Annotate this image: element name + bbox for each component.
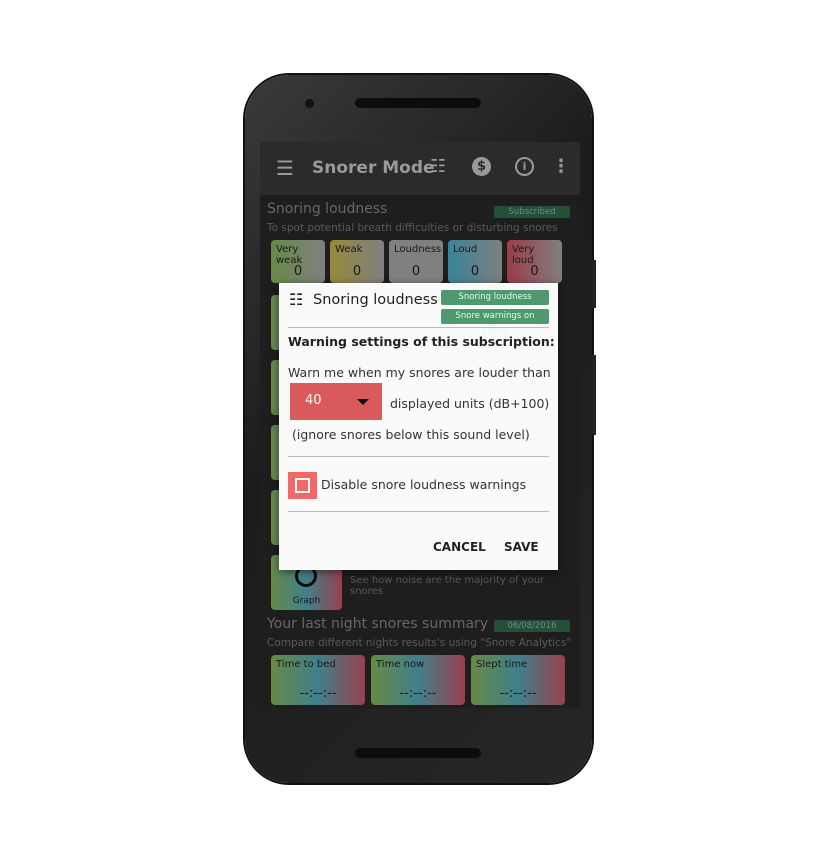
tile-label: Time now — [376, 659, 425, 670]
tile-time-to-bed[interactable]: Time to bed --:--:-- — [271, 655, 365, 705]
dialog-title: Snoring loudness — [313, 292, 438, 308]
tile-loudness[interactable]: Loudness 0 — [389, 240, 443, 283]
summary-subtitle: Compare different nights results's using… — [267, 637, 572, 649]
subscribed-badge: Subscribed — [494, 206, 570, 218]
top-speaker — [355, 98, 481, 108]
dollar-icon[interactable]: $ — [472, 157, 491, 176]
snoring-loudness-badge: Snoring loudness — [441, 290, 549, 305]
disable-warnings-checkbox[interactable] — [288, 472, 317, 499]
tile-label: Very loud — [512, 244, 535, 266]
date-badge: 06/08/2016 — [494, 620, 570, 632]
toolbar: ☰ Snorer Mode ☷ $ i ⋮ — [260, 142, 580, 195]
power-button[interactable] — [592, 355, 596, 435]
volume-button[interactable] — [592, 260, 596, 308]
tile-value: 0 — [530, 264, 539, 279]
dialog-heading: Warning settings of this subscription: — [288, 334, 555, 349]
dropdown-arrow-icon — [357, 399, 369, 405]
tile-label: Very weak — [276, 244, 303, 266]
summary-title: Your last night snores summary — [267, 616, 489, 632]
divider — [288, 327, 549, 328]
tile-label: Weak — [335, 244, 363, 255]
tile-very-weak[interactable]: Very weak 0 — [271, 240, 325, 283]
threshold-select[interactable]: 40 — [290, 383, 382, 420]
tile-value: 0 — [293, 264, 303, 279]
loudness-subtitle: To spot potential breath difficulties or… — [267, 222, 558, 234]
save-button[interactable]: SAVE — [504, 540, 539, 554]
checkbox-icon — [295, 478, 310, 493]
units-text: displayed units (dB+100) — [390, 396, 550, 411]
tile-value: 0 — [352, 264, 362, 279]
bottom-speaker — [355, 748, 481, 758]
more-vert-icon[interactable]: ⋮ — [552, 156, 570, 177]
tile-time-now[interactable]: Time now --:--:-- — [371, 655, 465, 705]
hint-text: (ignore snores below this sound level) — [292, 427, 530, 442]
tile-label: Loud — [453, 244, 478, 255]
tile-value: --:--:-- — [399, 686, 437, 701]
divider — [288, 456, 549, 457]
tile-value: --:--:-- — [299, 686, 337, 701]
tile-value: 0 — [470, 264, 480, 279]
warn-text: Warn me when my snores are louder than — [288, 365, 551, 380]
tune-icon[interactable]: ☷ — [430, 156, 446, 177]
graph-label: Graph — [292, 596, 321, 606]
cancel-button[interactable]: CANCEL — [433, 540, 486, 554]
snoring-loudness-dialog: ☷ Snoring loudness Snoring loudness Snor… — [279, 283, 558, 570]
tile-loud[interactable]: Loud 0 — [448, 240, 502, 283]
snore-warnings-badge: Snore warnings on phone — [441, 309, 549, 336]
front-camera — [305, 99, 314, 108]
menu-icon[interactable]: ☰ — [276, 156, 294, 180]
tile-slept-time[interactable]: Slept time --:--:-- — [471, 655, 565, 705]
tile-label: Slept time — [476, 659, 528, 670]
tile-weak[interactable]: Weak 0 — [330, 240, 384, 283]
tile-label: Loudness — [394, 244, 442, 255]
tile-very-loud[interactable]: Very loud 0 — [507, 240, 562, 283]
app-title: Snorer Mode — [312, 158, 435, 178]
tile-value: --:--:-- — [499, 686, 537, 701]
divider — [288, 511, 549, 512]
tile-value: 0 — [411, 264, 421, 279]
info-icon[interactable]: i — [515, 157, 534, 176]
loudness-title: Snoring loudness — [267, 201, 388, 217]
tile-label: Time to bed — [276, 659, 336, 670]
threshold-value: 40 — [305, 393, 322, 408]
tune-icon: ☷ — [289, 290, 304, 309]
checkbox-label[interactable]: Disable snore loudness warnings — [321, 477, 526, 492]
graph-description: See how noise are the majority of your s… — [350, 575, 545, 597]
